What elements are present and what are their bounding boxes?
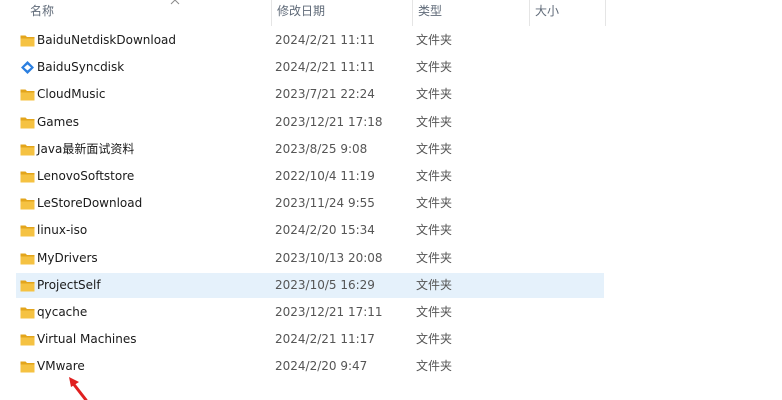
- file-name: MyDrivers: [37, 250, 98, 265]
- file-row[interactable]: BaiduSyncdisk 2024/2/21 11:11 文件夹: [16, 55, 604, 80]
- file-name: BaiduNetdiskDownload: [37, 33, 177, 47]
- file-row[interactable]: Java最新面试资料 2023/8/25 9:08 文件夹: [16, 137, 604, 162]
- file-modified-date: 2024/2/21 11:11: [275, 60, 375, 75]
- file-modified-date: 2023/12/21 17:11: [275, 305, 383, 319]
- folder-icon: [20, 307, 35, 319]
- file-modified-date: 2024/2/21 11:17: [275, 332, 375, 347]
- file-row[interactable]: ProjectSelf 2023/10/5 16:29 文件夹: [16, 272, 604, 298]
- file-type: 文件夹: [416, 141, 453, 156]
- file-name: CloudMusic: [37, 87, 106, 102]
- file-name: Java最新面试资料: [37, 141, 135, 156]
- file-row[interactable]: Games 2023/12/21 17:18 文件夹: [16, 110, 604, 135]
- file-name: LeStoreDownload: [37, 196, 143, 211]
- file-name: linux-iso: [37, 223, 88, 238]
- file-type: 文件夹: [416, 250, 453, 265]
- file-row[interactable]: BaiduNetdiskDownload 2024/2/21 11:11 文件夹: [16, 28, 604, 53]
- file-type: 文件夹: [416, 277, 453, 292]
- folder-icon: [20, 35, 35, 47]
- file-row[interactable]: MyDrivers 2023/10/13 20:08 文件夹: [16, 246, 604, 271]
- file-type: 文件夹: [416, 196, 453, 211]
- file-type: 文件夹: [416, 60, 453, 75]
- file-explorer-details-view: 名称 修改日期 类型 大小 BaiduNetdiskDownload 2024/2…: [0, 0, 782, 400]
- file-type: 文件夹: [416, 169, 453, 183]
- folder-icon: [20, 89, 35, 101]
- folder-icon: [20, 198, 35, 210]
- folder-icon: [20, 171, 35, 183]
- column-header-type[interactable]: 类型: [412, 0, 529, 26]
- file-type: 文件夹: [416, 305, 453, 319]
- file-type: 文件夹: [416, 223, 453, 238]
- baidu-syncdisk-icon: [21, 61, 34, 75]
- file-modified-date: 2024/2/20 9:47: [275, 359, 368, 374]
- file-modified-date: 2023/10/5 16:29: [275, 277, 375, 292]
- file-type: 文件夹: [416, 87, 453, 102]
- file-name: Games: [37, 114, 79, 129]
- file-name: ProjectSelf: [37, 277, 101, 292]
- file-modified-date: 2023/12/21 17:18: [275, 114, 383, 129]
- file-row[interactable]: CloudMusic 2023/7/21 22:24 文件夹: [16, 82, 604, 107]
- column-header-date-label: 修改日期: [277, 4, 326, 18]
- column-header-name-label: 名称: [30, 4, 55, 18]
- file-name: Virtual Machines: [37, 332, 137, 347]
- file-row[interactable]: VMware 2024/2/20 9:47 文件夹: [16, 354, 604, 379]
- file-modified-date: 2023/11/24 9:55: [275, 196, 375, 211]
- folder-icon: [20, 361, 35, 373]
- file-modified-date: 2024/2/20 15:34: [275, 223, 375, 238]
- folder-icon: [20, 334, 35, 346]
- folder-icon: [20, 280, 35, 292]
- file-modified-date: 2022/10/4 11:19: [275, 169, 375, 183]
- file-row[interactable]: LeStoreDownload 2023/11/24 9:55 文件夹: [16, 191, 604, 216]
- column-header-type-label: 类型: [418, 4, 443, 18]
- file-modified-date: 2023/8/25 9:08: [275, 141, 368, 156]
- file-name: BaiduSyncdisk: [37, 60, 125, 75]
- file-modified-date: 2023/7/21 22:24: [275, 87, 375, 102]
- column-header-size-label: 大小: [535, 4, 560, 18]
- file-row[interactable]: Virtual Machines 2024/2/21 11:17 文件夹: [16, 327, 604, 352]
- red-arrow-annotation-icon: [69, 377, 88, 400]
- file-type: 文件夹: [416, 33, 453, 47]
- file-type: 文件夹: [416, 332, 453, 347]
- file-modified-date: 2023/10/13 20:08: [275, 250, 383, 265]
- file-row[interactable]: LenovoSoftstore 2022/10/4 11:19 文件夹: [16, 164, 604, 189]
- folder-icon: [20, 225, 35, 237]
- sort-ascending-icon: [170, 0, 180, 5]
- file-modified-date: 2024/2/21 11:11: [275, 33, 375, 47]
- file-type: 文件夹: [416, 359, 453, 374]
- file-name: qycache: [37, 305, 88, 319]
- file-name: LenovoSoftstore: [37, 169, 135, 183]
- folder-icon: [20, 253, 35, 265]
- folder-icon: [20, 144, 35, 156]
- file-row[interactable]: linux-iso 2024/2/20 15:34 文件夹: [16, 218, 604, 243]
- column-header-bar: 名称 修改日期 类型 大小: [0, 0, 606, 26]
- file-type: 文件夹: [416, 114, 453, 129]
- folder-icon: [20, 117, 35, 129]
- file-row[interactable]: qycache 2023/12/21 17:11 文件夹: [16, 300, 604, 325]
- column-header-size[interactable]: 大小: [529, 0, 606, 26]
- column-header-name[interactable]: 名称: [25, 0, 271, 26]
- column-header-date[interactable]: 修改日期: [271, 0, 412, 26]
